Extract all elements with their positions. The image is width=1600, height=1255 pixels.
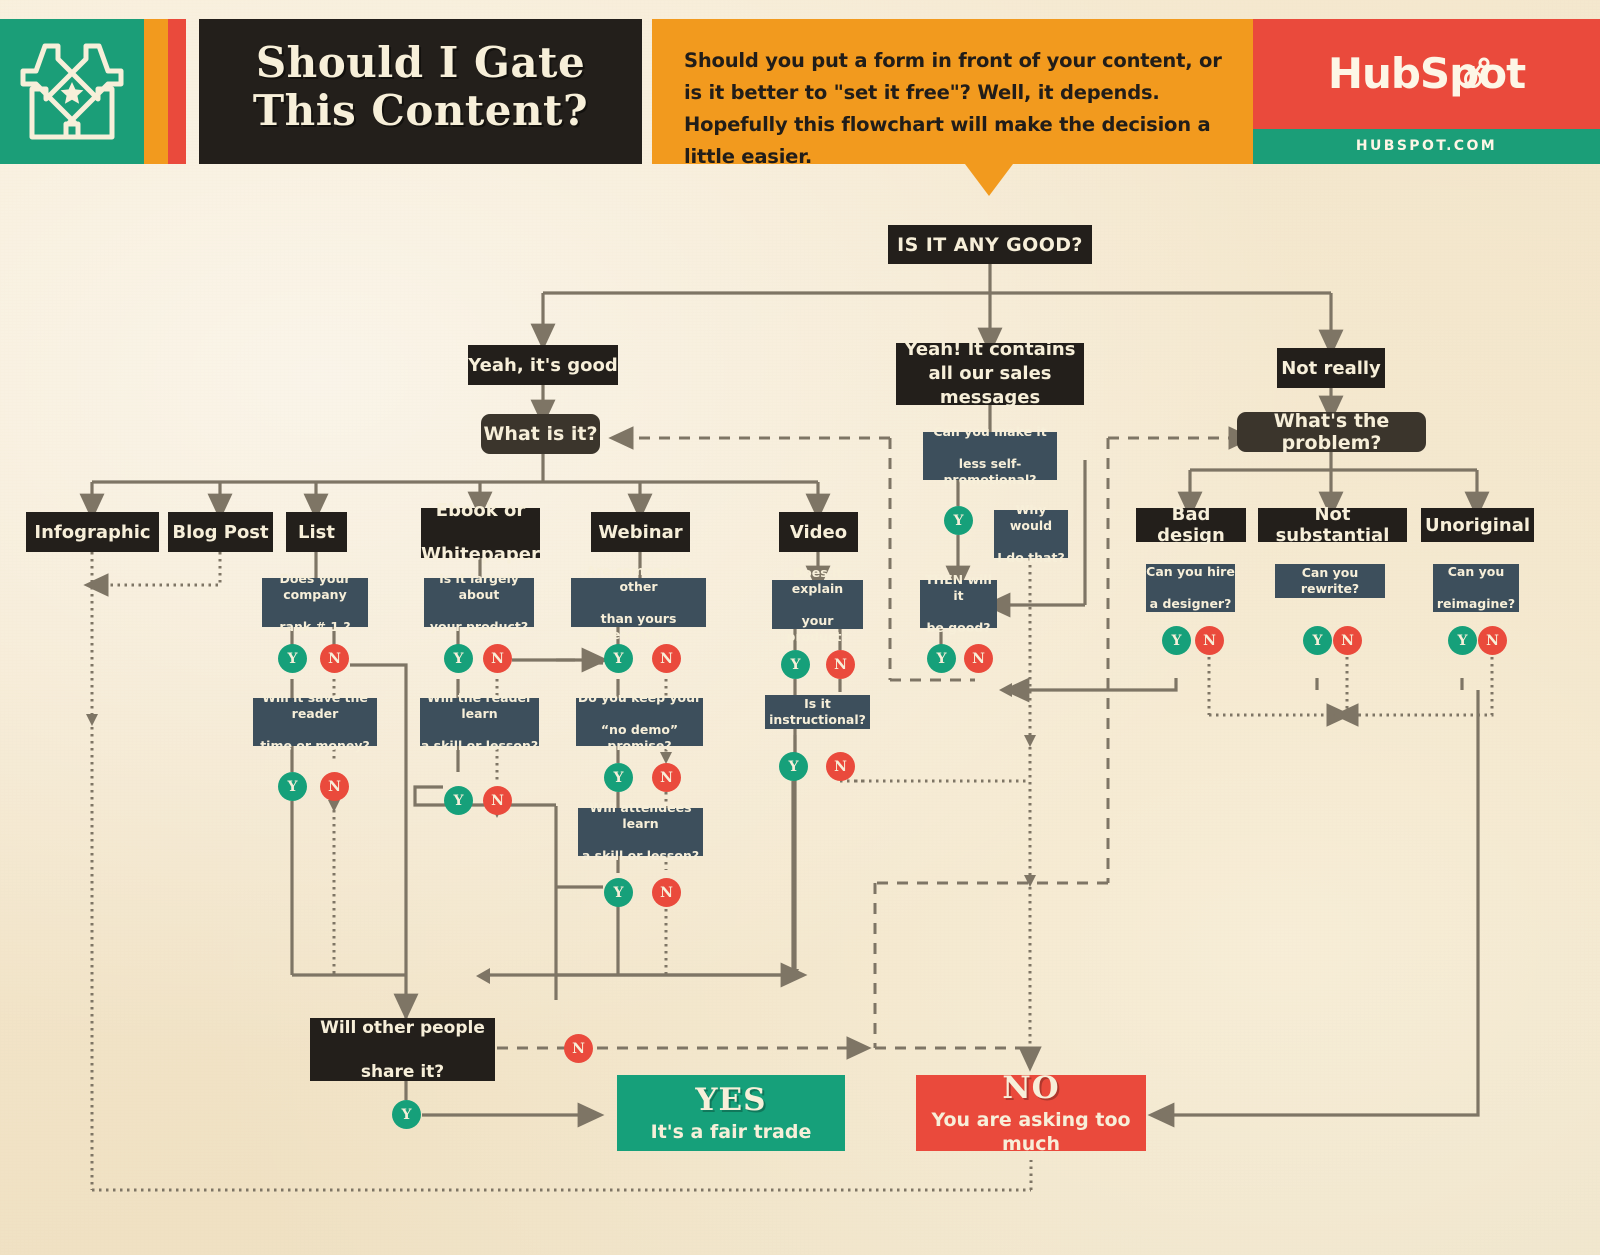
infographic-page: Should I Gate This Content? Should you p…	[0, 0, 1600, 1255]
node-contains-sales-messages[interactable]: Yeah! It contains all our sales messages	[896, 339, 1084, 408]
badge-no-attendees-learn[interactable]: N	[652, 878, 681, 907]
badge-yes-will-others-share[interactable]: Y	[392, 1100, 421, 1129]
badge-yes-company-rank[interactable]: Y	[278, 644, 307, 673]
badge-no-reimagine[interactable]: N	[1478, 626, 1507, 655]
question-largely-about-product[interactable]: Is it largely about your product?	[424, 571, 534, 634]
badge-yes-about-product[interactable]: Y	[444, 644, 473, 673]
node-unoriginal[interactable]: Unoriginal	[1421, 508, 1534, 542]
node-ebook-whitepaper[interactable]: Ebook or Whitepaper	[421, 500, 540, 565]
badge-no-save-time[interactable]: N	[320, 772, 349, 801]
node-bad-design[interactable]: Bad design	[1136, 504, 1246, 546]
question-reader-learn-skill[interactable]: Will the reader learn a skill or lesson?	[420, 690, 539, 753]
node-not-really[interactable]: Not really	[1277, 348, 1385, 388]
node-yeah-good[interactable]: Yeah, it's good	[468, 345, 618, 385]
question-save-reader-time-money[interactable]: Will it save the reader time or money?	[253, 690, 377, 753]
badge-yes-save-time[interactable]: Y	[278, 772, 307, 801]
question-no-demo-promise[interactable]: Do you keep your “no demo” promise?	[576, 690, 703, 753]
question-does-it-explain-product[interactable]: Does it explain your product?	[772, 565, 863, 644]
badge-yes-reader-learn[interactable]: Y	[444, 786, 473, 815]
terminal-no-label: NO	[1002, 1069, 1060, 1106]
badge-no-no-demo[interactable]: N	[652, 763, 681, 792]
question-other-companies-presenting[interactable]: Are companies other than yours presentin…	[571, 563, 706, 642]
badge-yes-hire-designer[interactable]: Y	[1162, 626, 1191, 655]
badge-yes-then-good[interactable]: Y	[927, 644, 956, 673]
badge-no-other-companies[interactable]: N	[652, 644, 681, 673]
node-video[interactable]: Video	[779, 512, 858, 552]
node-whats-the-problem[interactable]: What's the problem?	[1237, 410, 1426, 454]
badge-yes-attendees-learn[interactable]: Y	[604, 878, 633, 907]
question-hire-a-designer[interactable]: Can you hire a designer?	[1146, 564, 1235, 612]
node-blog-post[interactable]: Blog Post	[168, 512, 273, 552]
question-can-you-reimagine[interactable]: Can you reimagine?	[1433, 564, 1519, 612]
badge-no-instructional[interactable]: N	[826, 752, 855, 781]
terminal-yes-label: YES	[695, 1081, 767, 1118]
badge-no-company-rank[interactable]: N	[320, 644, 349, 673]
badge-yes-explain-product[interactable]: Y	[781, 650, 810, 679]
badge-no-then-good[interactable]: N	[964, 644, 993, 673]
badge-no-will-others-share[interactable]: N	[564, 1034, 593, 1063]
badge-no-explain-product[interactable]: N	[826, 650, 855, 679]
node-infographic[interactable]: Infographic	[26, 512, 159, 552]
node-what-is-it[interactable]: What is it?	[481, 414, 600, 454]
badge-yes-less-self-promotional[interactable]: Y	[944, 506, 973, 535]
question-then-will-it-be-good[interactable]: THEN will it be good?	[920, 572, 997, 635]
question-less-self-promotional[interactable]: Can you make it less self-promotional?	[923, 424, 1057, 487]
terminal-yes[interactable]: YES It's a fair trade	[617, 1075, 845, 1151]
terminal-yes-sub: It's a fair trade	[650, 1120, 812, 1143]
badge-yes-rewrite[interactable]: Y	[1303, 626, 1332, 655]
ebook-line2: Whitepaper	[421, 544, 540, 565]
terminal-no[interactable]: NO You are asking too much	[916, 1071, 1146, 1155]
terminal-no-sub: You are asking too much	[931, 1108, 1131, 1155]
node-not-substantial[interactable]: Not substantial	[1258, 504, 1407, 546]
badge-no-rewrite[interactable]: N	[1333, 626, 1362, 655]
badge-no-about-product[interactable]: N	[483, 644, 512, 673]
badge-yes-reimagine[interactable]: Y	[1448, 626, 1477, 655]
badge-yes-instructional[interactable]: Y	[779, 752, 808, 781]
badge-no-hire-designer[interactable]: N	[1195, 626, 1224, 655]
badge-no-reader-learn[interactable]: N	[483, 786, 512, 815]
badge-yes-no-demo[interactable]: Y	[604, 763, 633, 792]
question-company-rank[interactable]: Does your company rank # 1 ?	[262, 571, 368, 634]
question-is-it-instructional[interactable]: Is it instructional?	[765, 695, 870, 729]
ebook-line1: Ebook or	[435, 500, 526, 521]
question-will-others-share[interactable]: Will other people share it?	[310, 1018, 495, 1082]
question-can-you-rewrite[interactable]: Can you rewrite?	[1275, 564, 1385, 598]
node-webinar[interactable]: Webinar	[591, 512, 690, 552]
node-start[interactable]: IS IT ANY GOOD?	[888, 225, 1092, 264]
badge-yes-other-companies[interactable]: Y	[604, 644, 633, 673]
question-why-would-i-do-that[interactable]: Why would I do that?	[994, 502, 1068, 565]
node-list[interactable]: List	[286, 512, 347, 552]
question-attendees-learn-skill[interactable]: Will attendees learn a skill or lesson?	[578, 800, 703, 863]
